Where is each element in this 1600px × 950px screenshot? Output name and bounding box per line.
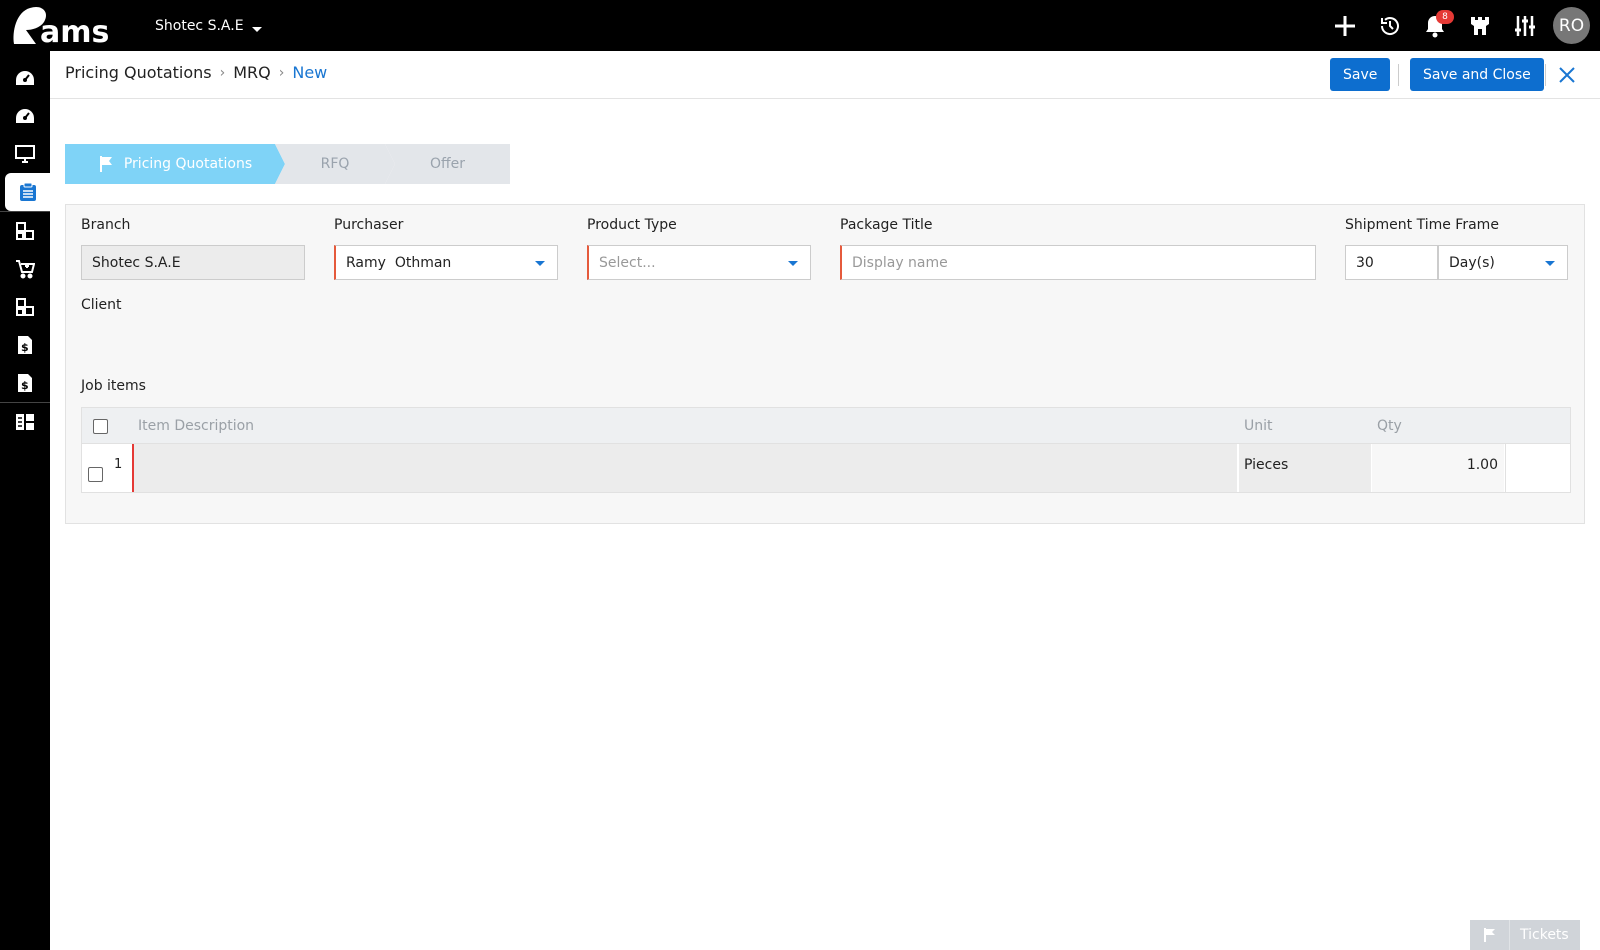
user-avatar[interactable]: RO — [1553, 7, 1590, 44]
item-description-cell[interactable] — [132, 444, 1237, 492]
row-actions-cell — [1505, 444, 1571, 492]
save-and-close-button[interactable]: Save and Close — [1410, 58, 1544, 91]
invoice-dollar-icon: $ — [18, 336, 32, 354]
sidebar-item-cart[interactable] — [0, 250, 50, 288]
row-number: 1 — [114, 457, 123, 472]
breadcrumb: Pricing Quotations › MRQ › New — [65, 63, 327, 82]
package-title-placeholder: Display name — [852, 254, 948, 271]
company-name: Shotec S.A.E — [155, 18, 244, 34]
tickets-label: Tickets — [1520, 927, 1569, 943]
dashboard-gauge-icon — [16, 109, 34, 123]
company-selector[interactable]: Shotec S.A.E — [155, 18, 262, 34]
breadcrumb-mrq[interactable]: MRQ — [233, 63, 271, 82]
notification-count-badge: 8 — [1436, 10, 1454, 24]
add-icon[interactable] — [1322, 0, 1367, 51]
step-label: Pricing Quotations — [123, 156, 253, 172]
sidebar-item-monitor[interactable] — [0, 135, 50, 173]
job-items-title: Job items — [81, 378, 146, 394]
form-panel: Branch Shotec S.A.E Purchaser Ramy Othma… — [65, 204, 1585, 524]
shipment-time-input[interactable]: 30 — [1345, 245, 1438, 280]
qty-cell[interactable]: 1.00 — [1372, 444, 1504, 492]
sidebar-item-modules[interactable] — [0, 212, 50, 250]
shipment-unit-select[interactable]: Day(s) — [1438, 245, 1568, 280]
shipment-time-frame-label: Shipment Time Frame — [1345, 217, 1499, 233]
purchaser-value: Ramy Othman — [346, 254, 452, 271]
sidebar-item-grid[interactable] — [0, 403, 50, 441]
save-button[interactable]: Save — [1330, 58, 1391, 91]
monitor-icon — [15, 145, 35, 163]
divider — [1398, 64, 1399, 86]
purchaser-select[interactable]: Ramy Othman — [334, 245, 558, 280]
purchaser-label: Purchaser — [334, 217, 404, 233]
sidebar-item-dashboard[interactable] — [0, 59, 50, 97]
sidebar-item-dashboard-2[interactable] — [0, 97, 50, 135]
divider — [1545, 64, 1546, 86]
step-label: Offer — [429, 156, 466, 172]
settings-sliders-icon[interactable] — [1502, 0, 1547, 51]
column-qty: Qty — [1377, 417, 1402, 434]
grid-icon — [16, 414, 34, 430]
breadcrumb-current: New — [292, 63, 328, 82]
tickets-button[interactable]: Tickets — [1470, 920, 1580, 950]
sidebar-item-clipboard[interactable] — [5, 173, 50, 211]
sidebar-item-modules-2[interactable] — [0, 288, 50, 326]
package-title-input[interactable]: Display name — [840, 245, 1316, 280]
package-title-label: Package Title — [840, 217, 933, 233]
branch-value: Shotec S.A.E — [92, 254, 181, 271]
caret-down-icon — [251, 26, 262, 32]
breadcrumb-pricing-quotations[interactable]: Pricing Quotations — [65, 63, 212, 82]
job-items-table: Item Description Unit Qty 1 Pieces 1.00 — [81, 407, 1571, 493]
dashboard-gauge-icon — [16, 71, 34, 85]
svg-text:ams: ams — [40, 15, 109, 46]
column-item-description: Item Description — [138, 417, 255, 434]
chevron-right-icon: › — [278, 64, 285, 81]
branch-field: Shotec S.A.E — [81, 245, 305, 280]
sidebar-item-invoice-2[interactable]: $ — [0, 364, 50, 402]
flag-icon — [98, 155, 114, 173]
shipment-unit-value: Day(s) — [1449, 254, 1495, 271]
step-offer[interactable]: Offer — [385, 144, 510, 184]
sidebar: $ $ — [0, 51, 50, 950]
caret-down-icon — [535, 261, 545, 266]
close-icon[interactable] — [1552, 60, 1582, 90]
flag-icon — [1470, 920, 1510, 950]
select-all-checkbox[interactable] — [93, 419, 108, 434]
invoice-dollar-icon: $ — [18, 374, 32, 392]
clipboard-icon — [19, 182, 36, 201]
row-checkbox[interactable] — [88, 467, 103, 482]
chevron-right-icon: › — [219, 64, 226, 81]
table-header: Item Description Unit Qty — [82, 408, 1570, 444]
product-type-placeholder: Select... — [599, 254, 656, 271]
castle-icon[interactable] — [1457, 0, 1502, 51]
client-label: Client — [81, 297, 122, 313]
step-pricing-quotations[interactable]: Pricing Quotations — [65, 144, 285, 184]
svg-text:$: $ — [21, 341, 29, 354]
shipment-time-value: 30 — [1356, 254, 1374, 271]
product-type-label: Product Type — [587, 217, 677, 233]
unit-cell[interactable]: Pieces — [1239, 444, 1371, 492]
step-label: RFQ — [320, 156, 350, 172]
rams-logo[interactable]: ams — [10, 4, 132, 50]
top-bar: ams Shotec S.A.E 8 RO — [0, 0, 1600, 51]
product-type-select[interactable]: Select... — [587, 245, 811, 280]
column-unit: Unit — [1244, 417, 1273, 434]
history-icon[interactable] — [1367, 0, 1412, 51]
modules-icon — [16, 298, 34, 316]
modules-icon — [16, 222, 34, 240]
table-row: 1 Pieces 1.00 — [82, 444, 1570, 492]
caret-down-icon — [1545, 261, 1555, 266]
sidebar-item-invoice[interactable]: $ — [0, 326, 50, 364]
step-rfq[interactable]: RFQ — [275, 144, 395, 184]
branch-label: Branch — [81, 217, 131, 233]
notifications-bell-icon[interactable]: 8 — [1412, 0, 1457, 51]
cart-icon — [16, 260, 35, 279]
page-header: Pricing Quotations › MRQ › New Save Save… — [50, 51, 1600, 99]
caret-down-icon — [788, 261, 798, 266]
workflow-stepper: Pricing Quotations RFQ Offer — [65, 144, 510, 184]
svg-text:$: $ — [21, 379, 29, 392]
